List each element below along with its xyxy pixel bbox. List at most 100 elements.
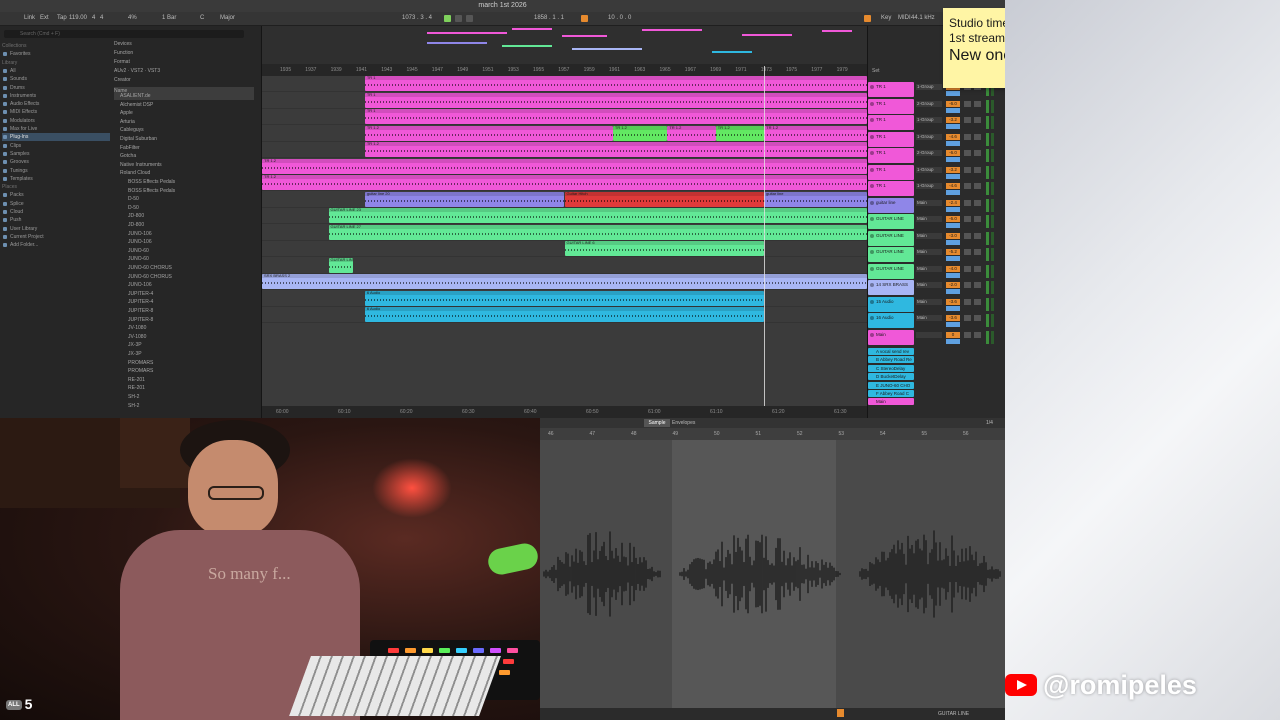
volume-field[interactable]: -6.0 — [946, 100, 960, 107]
pan-field[interactable] — [946, 289, 960, 294]
time-sig-num[interactable]: 4 — [92, 15, 95, 21]
clip[interactable]: GUITAR LINE 27 — [328, 224, 867, 240]
volume-field[interactable]: -5.2 — [946, 249, 960, 255]
browser-plugin-item[interactable]: PROMARS — [114, 359, 254, 367]
tab-envelopes[interactable]: Envelopes — [672, 420, 695, 426]
track-header[interactable]: guitar line — [868, 197, 914, 213]
arm-button[interactable] — [974, 232, 981, 239]
volume-field[interactable]: -2.0 — [946, 282, 960, 288]
time-ruler[interactable]: 60:00 60:10 60:20 60:30 60:40 60:50 61:00 61:10… — [262, 406, 867, 418]
track-header[interactable]: Main — [868, 329, 914, 345]
output-select[interactable]: Main — [916, 232, 942, 239]
tab-sample[interactable]: Sample — [644, 419, 670, 427]
filter-creator[interactable]: Creator — [114, 76, 254, 84]
track-lane[interactable]: GUITAR LINE 6 — [262, 241, 867, 257]
volume-field[interactable]: -6.0 — [946, 150, 960, 156]
detail-page[interactable]: 1/4 — [986, 420, 993, 426]
browser-plugin-item[interactable]: JUPITER-4 — [114, 290, 254, 298]
track-lane[interactable]: TR 1 — [262, 109, 867, 125]
output-select[interactable]: Main — [916, 298, 942, 305]
track-header[interactable]: 14 SRX BRASS — [868, 280, 914, 295]
browser-plugin-item[interactable]: Gotcha — [114, 152, 254, 160]
clip[interactable]: 6 Audio — [364, 290, 765, 306]
output-select[interactable]: Main — [916, 315, 942, 321]
clip[interactable]: GUITAR LINE 23 — [328, 208, 867, 223]
clip[interactable]: TR 1 — [364, 92, 867, 108]
output-select[interactable] — [916, 331, 942, 338]
browser-category-item[interactable]: Add Folder... — [2, 241, 110, 249]
time-sig-den[interactable]: 4 — [100, 15, 103, 21]
volume-field[interactable]: -3.0 — [946, 232, 960, 239]
output-select[interactable]: 2-Group — [916, 100, 942, 107]
track-header[interactable]: 15 Audio — [868, 296, 914, 312]
playhead[interactable] — [764, 66, 765, 406]
volume-field[interactable]: -4.6 — [946, 133, 960, 140]
track-header[interactable]: GUITAR LINE — [868, 247, 914, 262]
browser-plugin-item[interactable]: JUPITER-8 — [114, 307, 254, 315]
stop-button[interactable] — [455, 15, 462, 24]
volume-field[interactable]: -6.0 — [946, 216, 960, 222]
loop-length-field[interactable]: 10 . 0 . 0 — [608, 15, 631, 21]
browser-category-item[interactable]: MIDI Effects — [2, 108, 110, 116]
clip[interactable]: 6 Audio — [364, 307, 765, 322]
browser-plugin-item[interactable]: JUNO-60 — [114, 247, 254, 255]
filter-format[interactable]: Format — [114, 58, 254, 66]
loop-button[interactable] — [581, 15, 588, 24]
return-track-header[interactable]: Main — [868, 398, 914, 406]
track-header[interactable]: 16 Audio — [868, 313, 914, 328]
track-header[interactable]: TR 1 — [868, 82, 914, 97]
solo-button[interactable] — [964, 117, 971, 123]
arm-button[interactable] — [974, 331, 981, 338]
track-activator-icon[interactable] — [870, 101, 874, 106]
track-activator-icon[interactable] — [870, 217, 874, 221]
browser-plugin-item[interactable]: JUPITER-4 — [114, 298, 254, 306]
track-lane[interactable]: SRX BRASS 2 — [262, 274, 867, 290]
track-header[interactable]: GUITAR LINE — [868, 214, 914, 229]
arm-button[interactable] — [974, 100, 981, 107]
volume-field[interactable]: 0 — [946, 331, 960, 338]
track-header[interactable]: GUITAR LINE — [868, 263, 914, 279]
clip[interactable]: Guitar Hitch — [564, 191, 765, 207]
browser-plugin-item[interactable]: Roland Cloud — [114, 169, 254, 177]
volume-field[interactable]: -3.6 — [946, 298, 960, 305]
browser-plugin-item[interactable]: Arturia — [114, 118, 254, 126]
clip[interactable]: TR 1.2 — [262, 158, 867, 174]
browser-category-item[interactable]: Samples — [2, 150, 110, 158]
volume-field[interactable]: -3.2 — [946, 117, 960, 123]
browser-category-item[interactable]: Templates — [2, 175, 110, 183]
track-activator-icon[interactable] — [870, 200, 874, 205]
pan-field[interactable] — [946, 124, 960, 129]
volume-field[interactable]: -4.6 — [946, 183, 960, 189]
arrangement-view[interactable]: 1935 1937 1939 1941 1943 1945 1947 1949 1951 1953… — [262, 26, 867, 418]
detail-ruler[interactable]: 46 47 48 49 50 51 52 53 54 55 56 — [540, 428, 1005, 440]
solo-button[interactable] — [964, 199, 971, 206]
pan-field[interactable] — [946, 190, 960, 195]
track-lane[interactable]: 6 Audio — [262, 290, 867, 307]
arm-button[interactable] — [974, 315, 981, 321]
beat-ruler[interactable]: 1935 1937 1939 1941 1943 1945 1947 1949 1951 1953… — [262, 64, 867, 76]
track-activator-icon[interactable] — [870, 250, 874, 254]
scale-select[interactable]: Major — [220, 15, 235, 21]
zoom-value[interactable]: 4% — [128, 15, 137, 21]
solo-button[interactable] — [964, 166, 971, 173]
browser-plugin-item[interactable]: Apple — [114, 109, 254, 117]
pan-field[interactable] — [946, 322, 960, 327]
track-activator-icon[interactable] — [870, 134, 874, 139]
browser-category-item[interactable]: Modulators — [2, 117, 110, 125]
output-select[interactable]: 1-Group — [916, 84, 942, 90]
track-activator-icon[interactable] — [870, 316, 874, 320]
arm-button[interactable] — [974, 282, 981, 288]
filter-function[interactable]: Function — [114, 49, 254, 57]
arm-button[interactable] — [974, 117, 981, 123]
browser-plugin-item[interactable]: Digital Suburban — [114, 135, 254, 143]
output-select[interactable]: Main — [916, 265, 942, 272]
pan-field[interactable] — [946, 305, 960, 311]
arm-button[interactable] — [974, 166, 981, 173]
output-select[interactable]: 1-Group — [916, 133, 942, 140]
browser-plugin-item[interactable]: JUNO-106 — [114, 238, 254, 246]
browser-category-item[interactable]: Tunings — [2, 167, 110, 175]
browser-plugin-item[interactable]: JD-800 — [114, 212, 254, 220]
browser-category-item[interactable]: Max for Live — [2, 125, 110, 133]
solo-button[interactable] — [964, 315, 971, 321]
browser-plugin-item[interactable]: JX-3P — [114, 341, 254, 349]
